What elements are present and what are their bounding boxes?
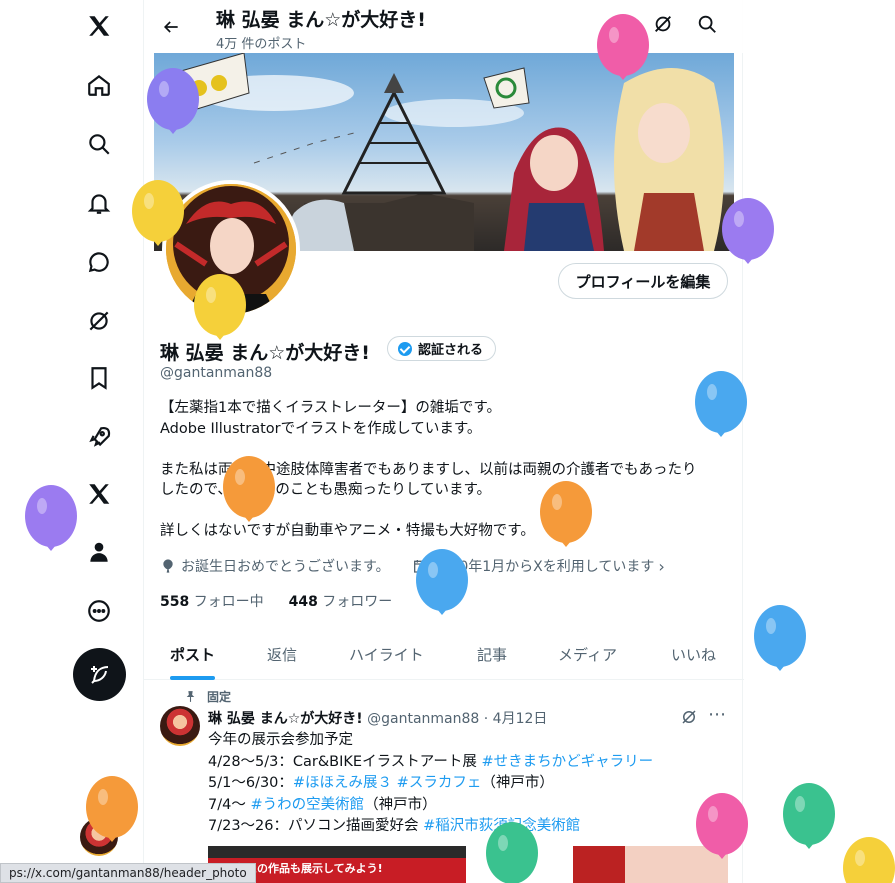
profile-name: 琳 弘晏 まん☆が大好き! <box>160 342 370 364</box>
verified-check-icon <box>398 342 412 356</box>
left-nav <box>70 0 128 883</box>
grok-icon[interactable] <box>70 299 128 343</box>
profile-avatar[interactable] <box>162 180 300 318</box>
post-line: 今年の展示会参加予定 <box>208 732 353 748</box>
search-button[interactable] <box>696 13 722 39</box>
profile-bio: 【左薬指1本で描くイラストレーター】の雑垢です。 Adobe Illustrat… <box>160 398 730 542</box>
joined-date[interactable]: 2020年1月からXを利用しています <box>433 556 655 576</box>
x-logo-icon[interactable] <box>70 4 128 48</box>
bookmark-icon[interactable] <box>70 356 128 400</box>
post-more-icon[interactable]: ⋯ <box>708 704 726 725</box>
balloon-icon <box>163 559 173 573</box>
profile-main-column: 琳 弘晏 まん☆が大好き! 4万 件のポスト プロフィールを編集 琳 弘晏 まん… <box>143 0 744 883</box>
home-icon[interactable] <box>70 63 128 107</box>
post-body: 今年の展示会参加予定 4/28〜5/3：Car&BIKEイラストアート展 #せき… <box>208 730 728 838</box>
hashtag-link[interactable]: #稲沢市荻須記念美術館 <box>423 818 580 834</box>
header-title: 琳 弘晏 まん☆が大好き! <box>216 9 426 31</box>
pinned-label: 固定 <box>184 688 231 705</box>
edit-profile-button[interactable]: プロフィールを編集 <box>558 263 728 299</box>
post-line: 4/28〜5/3：Car&BIKEイラストアート展 #せきまちかどギャラリー <box>208 753 654 770</box>
post-author-name[interactable]: 琳 弘晏 まん☆が大好き! <box>208 711 363 727</box>
post-author-avatar[interactable] <box>160 706 200 746</box>
followers-link[interactable]: 448 フォロワー <box>289 594 393 610</box>
post-meta[interactable]: @gantanman88 · 4月12日 <box>367 711 547 727</box>
hashtag-link[interactable]: #うわの空美術館 <box>250 797 364 813</box>
tab-likes[interactable]: いいね <box>671 628 716 680</box>
profile-meta: お誕生日おめでとうございます。 2020年1月からXを利用しています › <box>160 556 665 576</box>
following-label: フォロー中 <box>193 594 264 610</box>
post-line: 5/1〜6/30：#ほほえみ展３ #スラカフェ（神戸市） <box>208 775 554 791</box>
followers-count: 448 <box>288 594 318 610</box>
calendar-icon <box>413 560 426 573</box>
tab-replies[interactable]: 返信 <box>267 628 297 680</box>
header-post-count: 4万 件のポスト <box>216 37 307 52</box>
feather-plus-icon <box>90 665 108 684</box>
rocket-icon[interactable] <box>70 415 128 459</box>
bio-line: 詳しくはないですが自動車やアニメ・特撮も大好物です。 <box>160 523 535 539</box>
pin-icon <box>186 691 195 702</box>
grok-button[interactable] <box>652 13 678 39</box>
chevron-right-icon[interactable]: › <box>658 557 664 576</box>
arrow-left-icon <box>163 21 178 33</box>
top-bar: 琳 弘晏 まん☆が大好き! 4万 件のポスト <box>144 0 744 53</box>
grok-icon <box>655 16 671 32</box>
premium-x-icon[interactable] <box>70 472 128 516</box>
back-button[interactable] <box>158 14 184 40</box>
verified-label: 認証される <box>418 343 484 358</box>
hashtag-link[interactable]: #ほほえみ展３ #スラカフェ <box>293 775 481 791</box>
tab-posts[interactable]: ポスト <box>170 628 216 680</box>
browser-status-url: ps://x.com/gantanman88/header_photo <box>0 863 256 883</box>
birthday-text: お誕生日おめでとうございます。 <box>181 559 390 575</box>
post-line: 7/23〜26：パソコン描画愛好会 #稲沢市荻須記念美術館 <box>208 818 581 834</box>
avatar-illustration <box>166 184 296 314</box>
verified-badge-button[interactable]: 認証される <box>387 336 497 361</box>
bio-line <box>160 439 730 460</box>
bell-icon[interactable] <box>70 181 128 225</box>
grok-icon <box>682 710 696 724</box>
compose-post-button[interactable] <box>73 648 126 701</box>
hashtag-link[interactable]: #せきまちかどギャラリー <box>482 754 654 770</box>
search-icon[interactable] <box>70 122 128 166</box>
tab-media[interactable]: メディア <box>558 628 617 680</box>
profile-handle: @gantanman88 <box>160 365 273 381</box>
bio-line: また私は両上肢中途肢体障害者でもありますし、以前は両親の介護者でもあったり <box>160 461 697 478</box>
more-circle-icon[interactable] <box>70 589 128 633</box>
tab-articles[interactable]: 記事 <box>477 628 507 680</box>
profile-icon[interactable] <box>70 530 128 574</box>
search-icon <box>698 15 716 33</box>
followers-label: フォロワー <box>322 594 393 610</box>
post-grok-button[interactable] <box>680 708 700 728</box>
following-count: 558 <box>160 594 190 610</box>
pinned-text: 固定 <box>207 690 232 704</box>
post-line: 7/4〜 #うわの空美術館（神戸市） <box>208 796 437 813</box>
follow-stats: 558 フォロー中 448 フォロワー <box>160 591 392 611</box>
bio-line: したので、介護系のことも愚痴ったりしています。 <box>160 482 492 498</box>
profile-tabs: ポスト 返信 ハイライト 記事 メディア いいね <box>144 628 744 680</box>
bio-line: 【左薬指1本で描くイラストレーター】の雑垢です。 <box>160 400 501 416</box>
media-image-2[interactable] <box>470 846 728 883</box>
bio-line: Adobe Illustratorでイラストを作成しています。 <box>160 420 482 437</box>
bio-line <box>160 501 730 522</box>
post-media[interactable]: あなたの作品も展示してみよう! <box>208 846 728 883</box>
following-link[interactable]: 558 フォロー中 <box>160 594 264 610</box>
chat-icon[interactable] <box>70 240 128 284</box>
tab-highlights[interactable]: ハイライト <box>349 628 424 680</box>
account-avatar[interactable] <box>80 818 118 856</box>
post-header: 琳 弘晏 まん☆が大好き! @gantanman88 · 4月12日 <box>208 708 547 728</box>
